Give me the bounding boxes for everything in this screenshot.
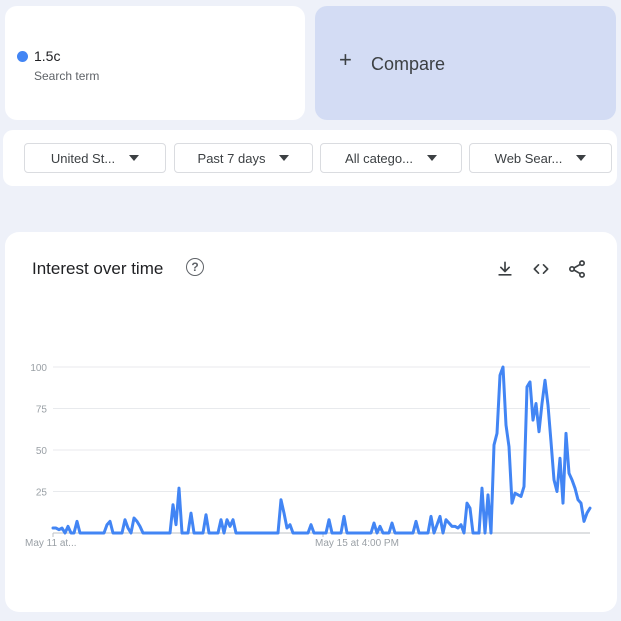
y-tick-label: 50	[36, 446, 48, 457]
filter-search-type-label: Web Sear...	[494, 150, 563, 166]
caret-down-icon	[279, 155, 290, 161]
filter-category-label: All catego...	[345, 150, 413, 166]
filter-region-dropdown[interactable]: United St...	[24, 143, 166, 173]
filter-bar: United St... Past 7 days All catego... W…	[3, 130, 617, 186]
filter-category-dropdown[interactable]: All catego...	[320, 143, 462, 173]
compare-label: Compare	[371, 54, 446, 74]
filter-time-dropdown[interactable]: Past 7 days	[174, 143, 313, 173]
interest-over-time-card: Interest over time ? 100 75 50 25 May 11 at.…	[5, 232, 617, 612]
filter-time-label: Past 7 days	[197, 150, 266, 166]
caret-down-icon	[576, 155, 587, 161]
search-term-name[interactable]: 1.5c	[34, 48, 60, 64]
x-tick-label: May 11 at...	[25, 538, 77, 549]
y-tick-label: 100	[30, 363, 47, 374]
search-term-subtitle: Search term	[34, 69, 100, 83]
series-color-dot	[17, 51, 28, 62]
plus-icon: +	[339, 47, 352, 72]
line-chart: 100 75 50 25 May 11 at... May 15 at 4:00 PM	[25, 363, 592, 549]
filter-search-type-dropdown[interactable]: Web Sear...	[469, 143, 612, 173]
x-tick-label: May 15 at 4:00 PM	[315, 538, 399, 549]
y-tick-label: 75	[36, 405, 48, 416]
caret-down-icon	[129, 155, 140, 161]
filter-region-label: United St...	[50, 150, 116, 166]
caret-down-icon	[426, 155, 437, 161]
search-term-card[interactable]: 1.5c Search term	[5, 6, 305, 120]
compare-button[interactable]: + Compare	[315, 6, 616, 120]
y-tick-label: 25	[36, 488, 48, 499]
